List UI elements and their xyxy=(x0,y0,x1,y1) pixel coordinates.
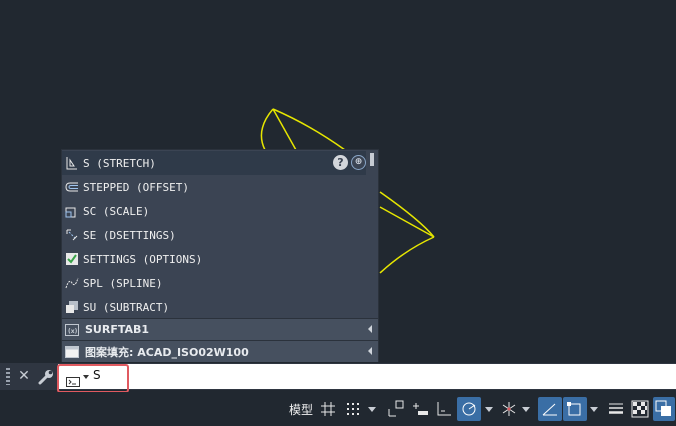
svg-text:(x): (x) xyxy=(68,328,78,335)
autocomplete-item-subtract[interactable]: SU (SUBTRACT) xyxy=(62,295,368,319)
section-label: SURFTAB1 xyxy=(85,323,150,336)
transparency-icon[interactable] xyxy=(630,397,650,421)
arc-shape xyxy=(379,236,435,274)
expand-arrow-icon[interactable] xyxy=(368,347,372,355)
globe-search-icon[interactable]: ⊕ xyxy=(351,155,366,170)
selection-cycling-icon[interactable] xyxy=(653,397,675,421)
autocomplete-item-label: STEPPED (OFFSET) xyxy=(83,180,189,194)
lineweight-icon[interactable] xyxy=(605,397,627,421)
grid-icon[interactable] xyxy=(319,397,337,421)
scale-icon xyxy=(65,204,79,218)
autocomplete-item-options[interactable]: SETTINGS (OPTIONS) xyxy=(62,247,368,271)
autocomplete-item-label: SE (DSETTINGS) xyxy=(83,228,176,242)
expand-arrow-icon[interactable] xyxy=(368,325,372,333)
spline-icon xyxy=(65,276,79,290)
grip-handle[interactable] xyxy=(6,368,10,385)
offset-icon xyxy=(65,180,79,194)
autocomplete-item-offset[interactable]: STEPPED (OFFSET) xyxy=(62,175,368,199)
arc-shape xyxy=(260,108,274,151)
scrollbar-thumb[interactable] xyxy=(370,153,374,166)
autocomplete-item-scale[interactable]: SC (SCALE) xyxy=(62,199,368,223)
chevron-down-icon[interactable] xyxy=(589,397,599,421)
chevron-down-icon[interactable] xyxy=(484,397,494,421)
focus-highlight xyxy=(57,364,129,393)
snap-icon[interactable] xyxy=(344,397,362,421)
subtract-icon xyxy=(65,300,79,314)
autocomplete-popup: S (STRETCH) ? ⊕ STEPPED (OFFSET) SC (SCA… xyxy=(61,149,379,362)
autocomplete-item-label: SPL (SPLINE) xyxy=(83,276,163,290)
autocomplete-item-dsettings[interactable]: SE (DSETTINGS) xyxy=(62,223,368,247)
autocomplete-item-label: S (STRETCH) xyxy=(83,156,156,170)
options-checkbox-icon xyxy=(65,252,79,266)
ortho-icon[interactable] xyxy=(434,397,454,421)
autocomplete-item-label: SETTINGS (OPTIONS) xyxy=(83,252,203,266)
autocomplete-item-stretch[interactable]: S (STRETCH) ? ⊕ xyxy=(62,151,368,175)
line-shape xyxy=(272,108,297,151)
autocomplete-section-hatch[interactable]: 图案填充: ACAD_ISO02W100 xyxy=(62,340,378,362)
object-snap-tracking-icon[interactable] xyxy=(538,397,562,421)
autocomplete-section-surftab1[interactable]: (x) SURFTAB1 xyxy=(62,318,378,340)
model-space-button[interactable]: 模型 xyxy=(286,397,316,421)
autocomplete-item-label: SU (SUBTRACT) xyxy=(83,300,170,314)
popup-scrollbar[interactable] xyxy=(366,150,378,318)
stretch-icon xyxy=(65,156,79,170)
dsettings-icon xyxy=(65,228,79,242)
close-icon[interactable]: ✕ xyxy=(16,366,32,386)
wrench-icon[interactable] xyxy=(37,368,55,386)
chevron-down-icon[interactable] xyxy=(521,397,531,421)
hatch-pattern-icon xyxy=(65,345,79,359)
command-input[interactable] xyxy=(58,364,676,389)
autocomplete-item-spline[interactable]: SPL (SPLINE) xyxy=(62,271,368,295)
polar-tracking-icon[interactable] xyxy=(457,397,481,421)
arc-shape xyxy=(379,191,435,238)
autocomplete-item-label: SC (SCALE) xyxy=(83,204,150,218)
chevron-down-icon[interactable] xyxy=(367,397,377,421)
object-snap-icon[interactable] xyxy=(563,397,587,421)
isometric-icon[interactable] xyxy=(499,397,519,421)
infer-constraints-icon[interactable] xyxy=(386,397,406,421)
help-icon[interactable]: ? xyxy=(333,155,348,170)
dynamic-input-icon[interactable] xyxy=(410,397,430,421)
section-label: 图案填充: ACAD_ISO02W100 xyxy=(85,345,249,359)
system-variable-icon: (x) xyxy=(65,323,79,337)
